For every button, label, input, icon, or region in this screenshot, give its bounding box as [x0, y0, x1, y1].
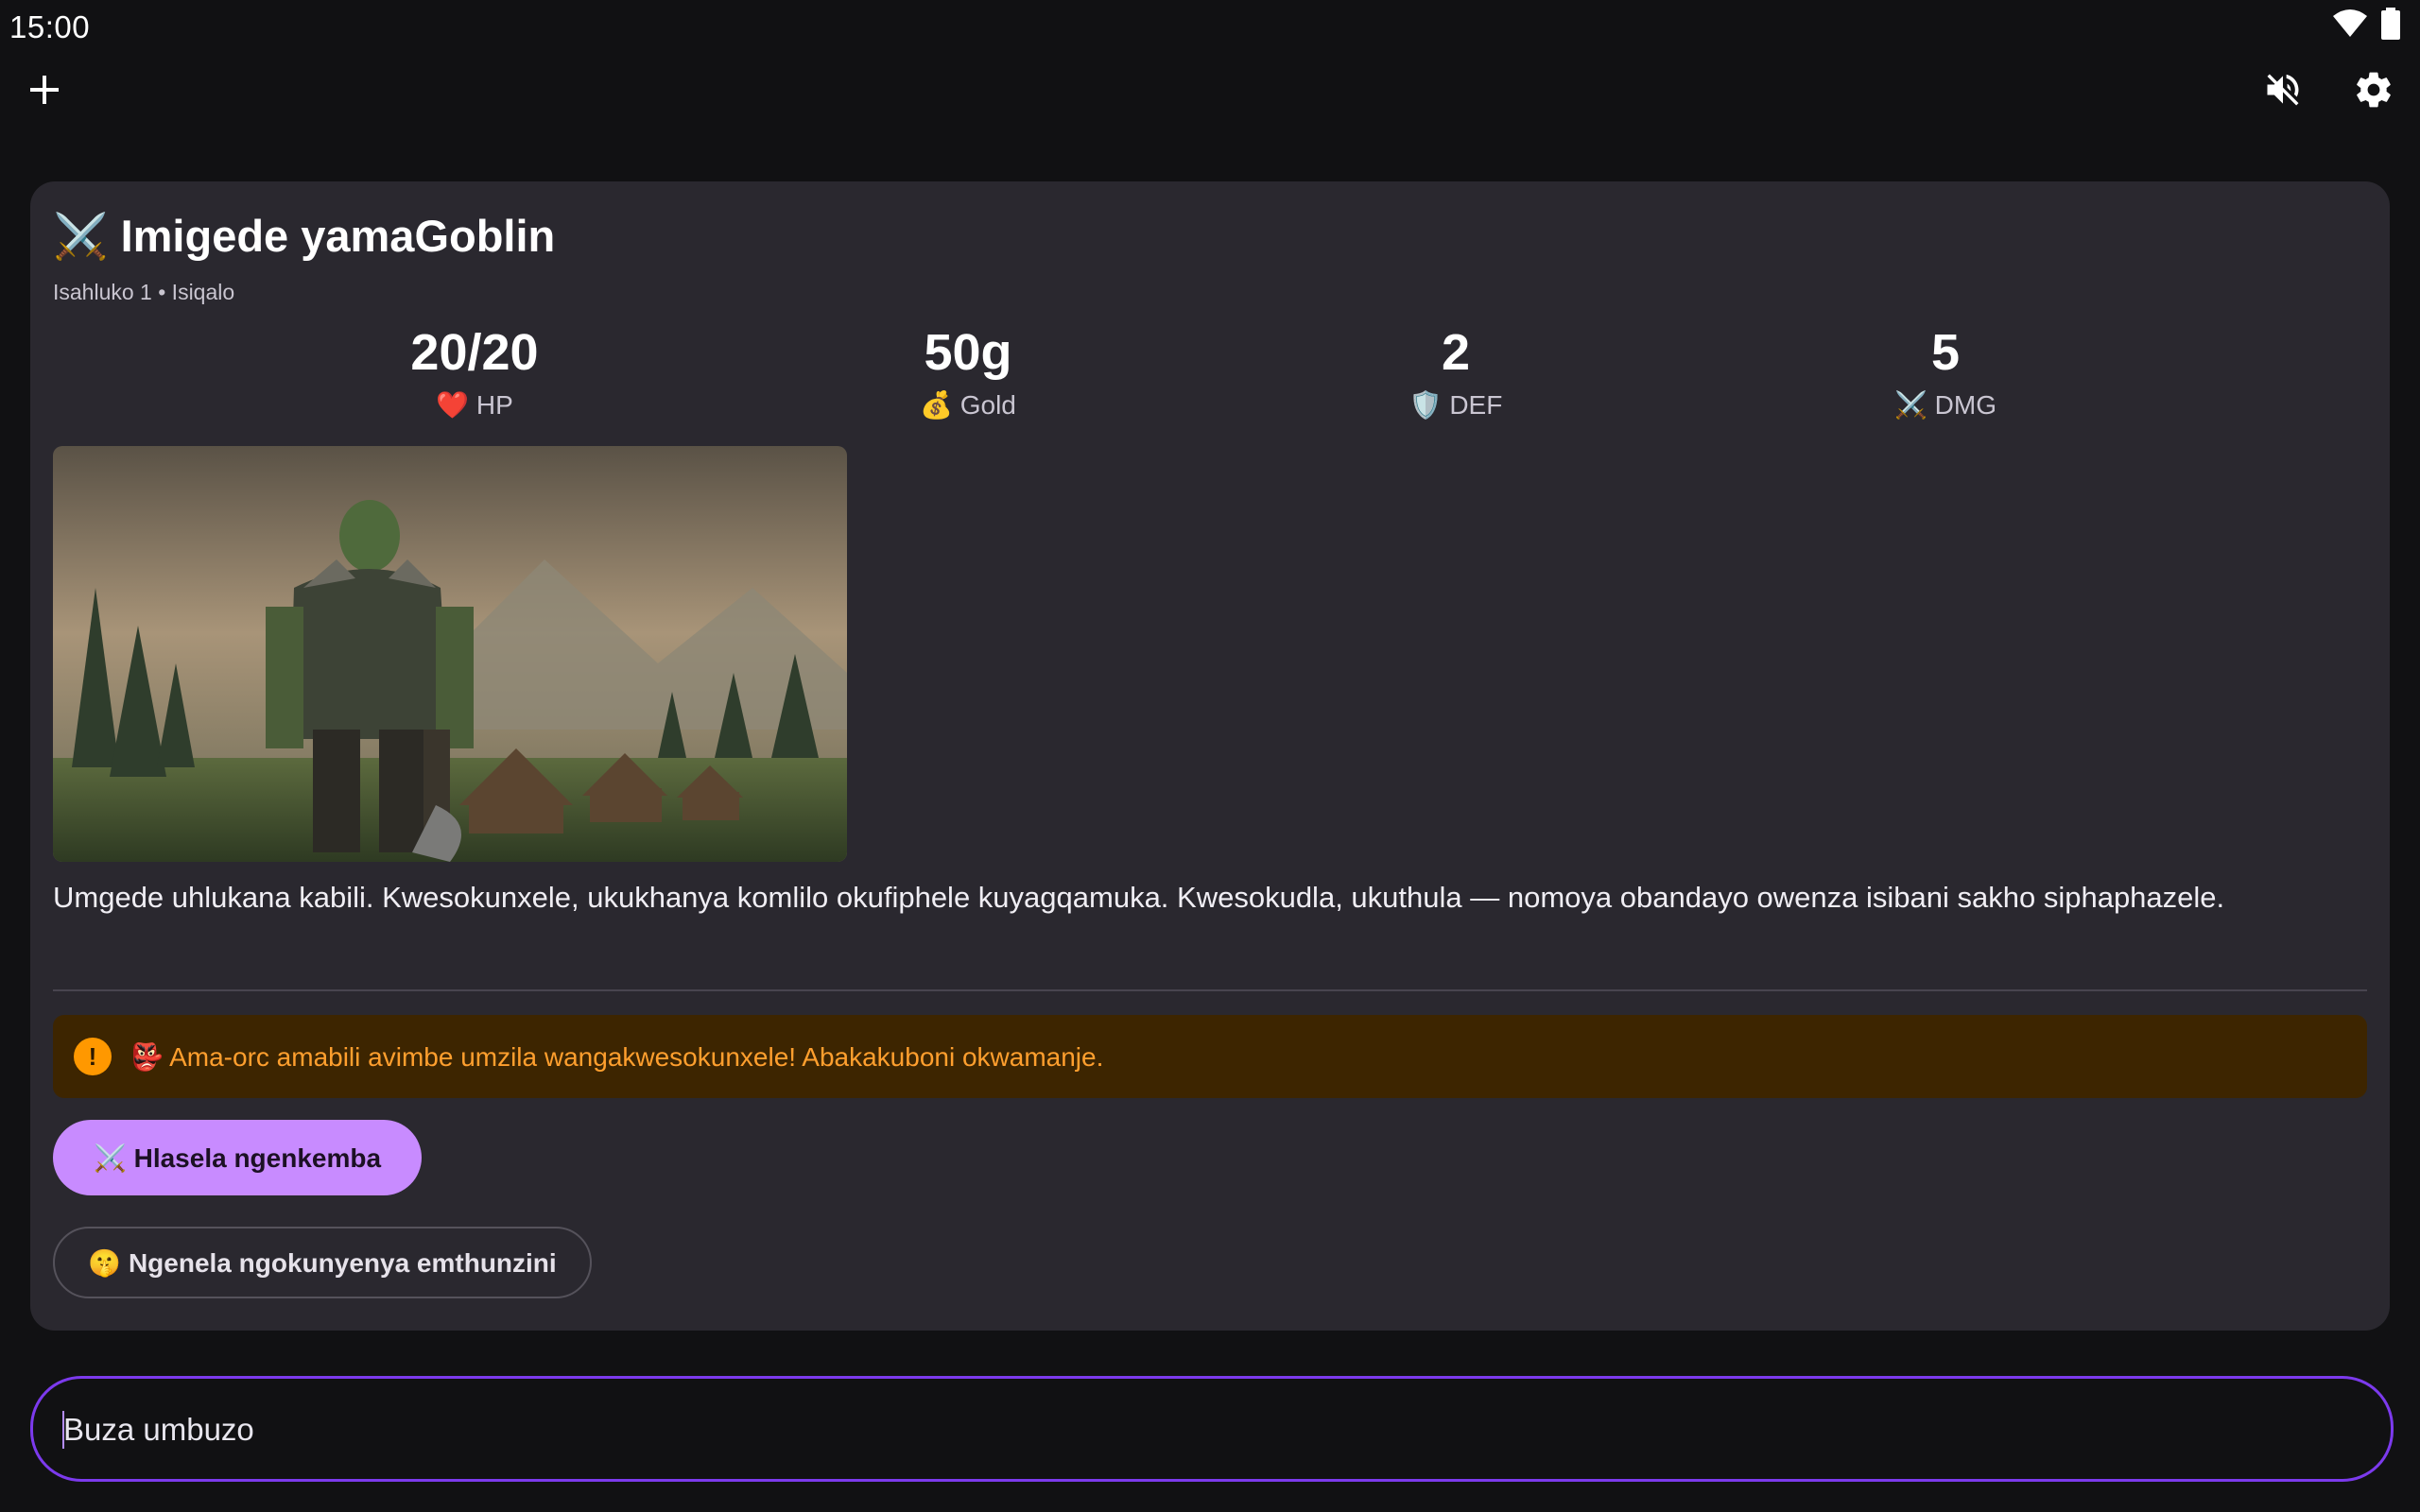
plus-icon	[30, 76, 59, 104]
stat-value: 5	[1930, 324, 1961, 381]
add-button[interactable]	[11, 57, 78, 123]
stat-label: ⚔️ DMG	[1894, 390, 1996, 420]
scene-image	[53, 446, 847, 862]
battery-icon	[2381, 8, 2400, 40]
chapter-subtitle: Isahluko 1 • Isiqalo	[53, 280, 235, 304]
game-title: ⚔️ Imigede yamaGoblin	[53, 211, 556, 261]
enemy-alert: ! 👺 Ama-orc amabili avimbe umzila wangak…	[53, 1015, 2367, 1098]
app-bar	[0, 57, 2420, 123]
warning-icon: !	[74, 1038, 112, 1075]
status-icons	[2331, 8, 2401, 40]
stat-value: 50g	[924, 324, 1012, 381]
alert-text: 👺 Ama-orc amabili avimbe umzila wangakwe…	[130, 1041, 1104, 1072]
volume-off-icon	[2267, 74, 2299, 106]
stat-label: 💰 Gold	[920, 390, 1016, 420]
settings-button[interactable]	[2341, 57, 2407, 123]
sneak-button[interactable]: 🤫 Ngenela ngokunyenya emthunzini	[53, 1227, 592, 1298]
stat-label: 🛡️ DEF	[1409, 390, 1503, 420]
mute-button[interactable]	[2250, 57, 2316, 123]
status-time: 15:00	[9, 9, 91, 44]
stat-hp: 20/20 ❤️ HP	[352, 323, 597, 421]
gear-icon	[2357, 72, 2391, 108]
status-bar: 15:00	[0, 0, 2420, 57]
stat-label: ❤️ HP	[436, 390, 513, 420]
divider	[53, 989, 2367, 991]
narrative-text: Umgede uhlukana kabili. Kwesokunxele, uk…	[53, 881, 2225, 914]
stat-dmg: 5 ⚔️ DMG	[1823, 323, 2068, 421]
attack-button[interactable]: ⚔️ Hlasela ngenkemba	[53, 1120, 422, 1195]
wifi-icon	[2333, 9, 2367, 37]
stat-value: 2	[1441, 324, 1471, 381]
question-input-container	[30, 1376, 2394, 1482]
question-input[interactable]	[61, 1396, 2353, 1464]
stat-gold: 50g 💰 Gold	[845, 323, 1091, 421]
stat-value: 20/20	[410, 324, 539, 381]
game-card: ⚔️ Imigede yamaGoblin Isahluko 1 • Isiqa…	[30, 181, 2390, 1331]
stat-def: 2 🛡️ DEF	[1333, 323, 1579, 421]
